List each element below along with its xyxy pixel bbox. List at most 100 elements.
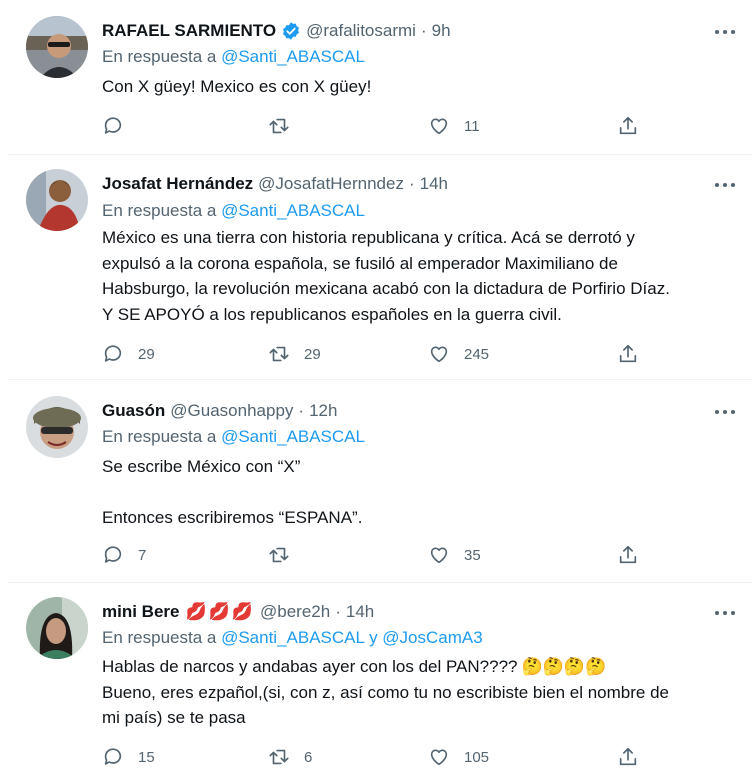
reply-icon [104,117,122,134]
thinking-emoji: 🤔🤔🤔🤔 [521,657,607,676]
reply-mention[interactable]: @Santi_ABASCAL [221,201,365,220]
reply-count: 15 [138,748,155,766]
tweet-time[interactable]: 9h [432,21,451,41]
more-icon[interactable] [712,402,738,422]
separator-dot: · [298,401,305,420]
reply-icon [104,345,122,362]
author-handle[interactable]: @Guasonhappy [170,401,293,421]
separator-dot: · [335,602,341,621]
retweet-button[interactable] [268,543,290,567]
reply-prefix: En respuesta a [102,47,222,66]
share-button[interactable] [617,342,639,366]
author-name[interactable]: Josafat Hernández [102,174,253,194]
reply-prefix: En respuesta a [102,201,222,220]
like-count: 245 [464,345,490,363]
reply-context: En respuesta a @Santi_ABASCAL y @JosCamA… [102,628,483,648]
share-icon [619,545,637,564]
tweet-text: México es una tierra con historia republ… [102,225,742,327]
author-handle[interactable]: @JosafatHernndez [258,174,404,194]
reply-mention[interactable]: @Santi_ABASCAL [221,427,365,446]
tweet-time[interactable]: 12h [309,401,337,421]
reply-count: 7 [138,546,147,564]
tweet-line: Habsburgo, la revolución mexicana acabó … [102,279,670,298]
like-icon [430,118,448,135]
avatar-image [26,169,88,231]
avatar-image [26,396,88,458]
tweet-rafael[interactable]: RAFAEL SARMIENTO @rafalitosarmi · 9h En … [8,0,752,155]
tweet-actions: 29 29 245 [102,342,642,366]
author-name[interactable]: mini Bere [102,602,179,622]
more-icon[interactable] [712,22,738,42]
tweet-josafat[interactable]: Josafat Hernández @JosafatHernndez · 14h… [8,155,752,380]
author-handle[interactable]: @bere2h [260,602,330,622]
like-button[interactable]: 245 [428,342,489,366]
reply-button[interactable]: 7 [102,543,146,567]
avatar[interactable] [26,16,88,78]
reply-button[interactable]: 29 [102,342,155,366]
share-button[interactable] [617,745,639,769]
retweet-button[interactable] [268,114,290,138]
tweet-actions: 7 35 [102,543,642,567]
share-button[interactable] [617,543,639,567]
tweet-header: mini Bere 💋💋💋 @bere2h · 14h [102,601,374,623]
tweet-header: RAFAEL SARMIENTO @rafalitosarmi · 9h [102,20,451,42]
tweet-line: expulsó a la corona española, se fusiló … [102,253,618,273]
reply-mention-2[interactable]: @JosCamA3 [382,628,482,647]
like-icon [430,547,448,564]
separator-dot: · [420,21,427,40]
author-handle[interactable]: @rafalitosarmi [306,21,416,41]
reply-button[interactable] [102,114,124,138]
like-count: 35 [464,546,481,564]
like-icon [430,749,448,766]
author-name[interactable]: RAFAEL SARMIENTO [102,21,276,41]
share-button[interactable] [617,114,639,138]
tweet-text: Con X güey! Mexico es con X güey! [102,74,742,100]
reply-icon [104,546,122,563]
like-count: 105 [464,748,490,766]
more-icon[interactable] [712,175,738,195]
retweet-button[interactable]: 6 [268,745,312,769]
tweet-line [102,480,742,506]
reply-context: En respuesta a @Santi_ABASCAL [102,201,365,221]
tweet-header: Josafat Hernández @JosafatHernndez · 14h [102,173,448,195]
reply-mention[interactable]: @Santi_ABASCAL [221,47,365,66]
tweet-actions: 11 [102,114,642,138]
retweet-count: 29 [304,345,321,363]
tweet-actions: 15 6 105 [102,745,642,769]
tweet-line: Con X güey! Mexico es con X güey! [102,77,372,96]
retweet-button[interactable]: 29 [268,342,321,366]
avatar-image [26,16,88,78]
reply-join: y [364,628,383,647]
tweet-guason[interactable]: Guasón @Guasonhappy · 12h En respuesta a… [8,380,752,583]
like-icon [430,346,448,363]
tweet-line: Se escribe México con “X” [102,457,301,476]
avatar[interactable] [26,396,88,458]
share-icon [619,747,637,766]
share-icon [619,116,637,135]
like-button[interactable]: 105 [428,745,489,769]
like-button[interactable]: 11 [428,114,480,138]
avatar[interactable] [26,597,88,659]
avatar[interactable] [26,169,88,231]
tweet-text: Se escribe México con “X” Entonces escri… [102,454,742,531]
more-icon[interactable] [712,603,738,623]
kiss-emoji: 💋💋💋 [185,602,255,621]
retweet-icon [269,547,289,563]
reply-context: En respuesta a @Santi_ABASCAL [102,427,365,447]
tweet-line: Bueno, eres ezpañol,(si, con z, así como… [102,682,669,702]
like-button[interactable]: 35 [428,543,481,567]
reply-button[interactable]: 15 [102,745,155,769]
tweet-feed: RAFAEL SARMIENTO @rafalitosarmi · 9h En … [0,0,752,781]
tweet-time[interactable]: 14h [420,174,448,194]
reply-mention[interactable]: @Santi_ABASCAL [221,628,364,647]
reply-prefix: En respuesta a [102,427,222,446]
tweet-bere[interactable]: mini Bere 💋💋💋 @bere2h · 14h En respuesta… [8,583,752,781]
retweet-icon [269,749,289,765]
tweet-text: Hablas de narcos y andabas ayer con los … [102,654,742,731]
tweet-header: Guasón @Guasonhappy · 12h [102,400,337,422]
separator-dot: · [408,174,415,193]
tweet-time[interactable]: 14h [346,602,374,622]
reply-context: En respuesta a @Santi_ABASCAL [102,47,365,67]
retweet-icon [269,118,289,134]
author-name[interactable]: Guasón [102,401,165,421]
